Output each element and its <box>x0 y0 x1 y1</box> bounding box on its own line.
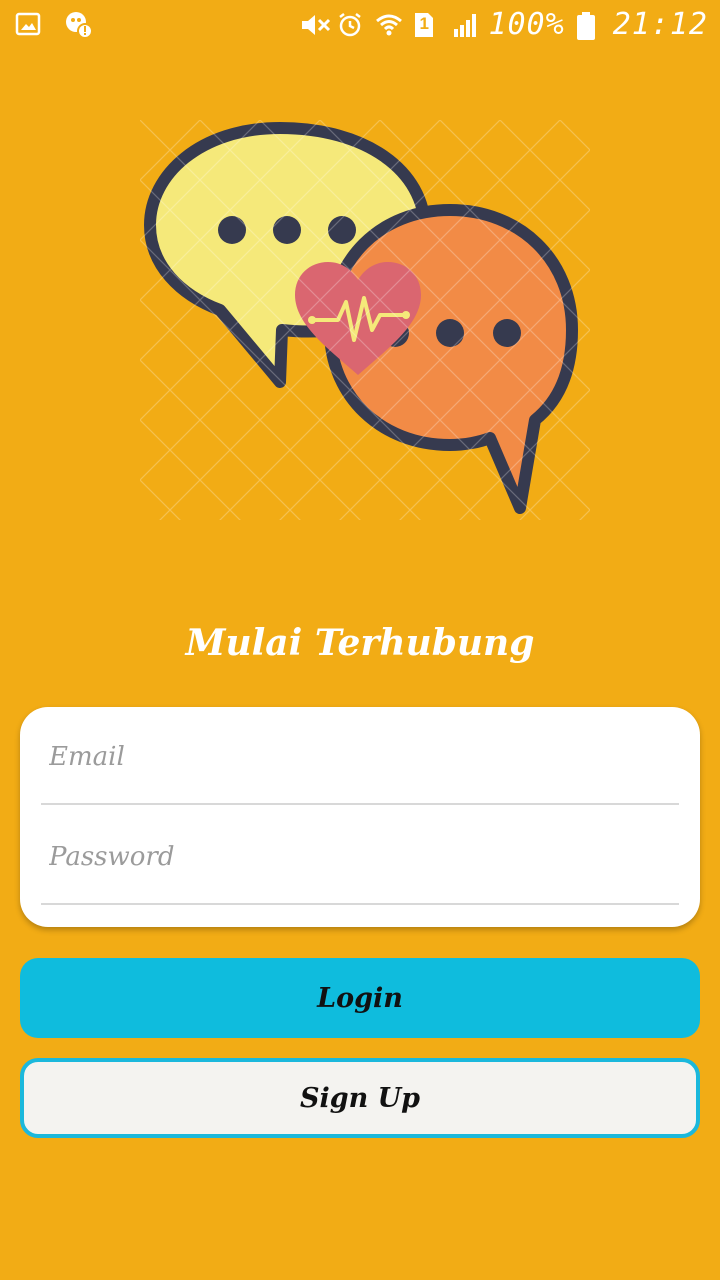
login-form-card <box>20 707 700 927</box>
alarm-icon <box>336 11 364 39</box>
page-title: Mulai Terhubung <box>185 622 535 664</box>
notification-alert-icon <box>64 10 93 39</box>
login-button-label: Login <box>317 982 403 1014</box>
clock: 21:12 <box>612 7 708 42</box>
battery-icon <box>575 11 603 40</box>
wifi-icon <box>374 11 403 39</box>
login-screen: 1 100% 21:12 Mulai Terhubung Email Login… <box>0 0 720 1280</box>
mute-icon <box>298 11 331 39</box>
sim-icon: 1 <box>412 11 440 39</box>
gallery-icon <box>14 10 42 38</box>
sim-slot-label: 1 <box>419 14 429 33</box>
login-button[interactable]: Login <box>20 958 700 1038</box>
email-field-container <box>41 707 679 805</box>
chat-illustration <box>140 120 590 520</box>
email-field[interactable] <box>49 737 669 777</box>
signup-button[interactable]: Sign Up <box>20 1058 700 1138</box>
password-field[interactable] <box>49 837 669 877</box>
signal-icon <box>450 11 478 39</box>
password-field-container <box>41 807 679 905</box>
signup-button-label: Sign Up <box>299 1082 421 1114</box>
status-bar: 1 100% 21:12 <box>0 0 720 50</box>
battery-percent: 100% <box>488 7 565 42</box>
